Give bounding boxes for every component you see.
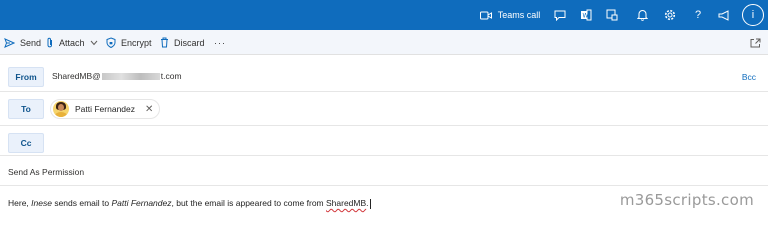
body-text-2: sends email to [51, 198, 112, 208]
watermark: m365scripts.com [619, 191, 754, 209]
cc-row: Cc [0, 127, 768, 156]
paperclip-icon [46, 37, 54, 49]
avatar [53, 101, 69, 117]
text-cursor [369, 198, 371, 209]
encrypt-label: Encrypt [121, 37, 152, 48]
redacted-region [101, 72, 160, 80]
bcc-link[interactable]: Bcc [742, 72, 756, 82]
svg-text:W: W [583, 13, 589, 20]
chevron-down-icon [90, 40, 98, 46]
from-address[interactable]: SharedMB@ t.com [52, 71, 182, 81]
recipient-chip[interactable]: Patti Fernandez ✕ [50, 99, 161, 119]
gear-icon[interactable] [660, 0, 680, 30]
body-name-patti: Patti Fernandez [111, 198, 172, 208]
subject-input[interactable]: Send As Permission [8, 167, 84, 177]
discard-label: Discard [174, 37, 205, 48]
from-button[interactable]: From [8, 67, 44, 87]
discard-button[interactable]: Discard [160, 30, 205, 55]
top-bar: Teams call W ? i [0, 0, 768, 30]
trash-icon [160, 37, 169, 48]
chat-icon[interactable] [550, 0, 570, 30]
teams-call-label: Teams call [497, 10, 541, 20]
body-text-1: Here, [8, 198, 32, 208]
compose-toolbar: Send Attach Encrypt Discard ··· [0, 30, 768, 55]
from-address-prefix: SharedMB@ [52, 71, 101, 81]
to-button[interactable]: To [8, 99, 44, 119]
recipient-name: Patti Fernandez [75, 104, 136, 114]
megaphone-icon[interactable] [714, 0, 734, 30]
sticky-note-icon[interactable] [602, 0, 622, 30]
attach-label: Attach [59, 37, 85, 48]
attach-button[interactable]: Attach [46, 30, 98, 55]
send-label: Send [20, 37, 42, 48]
account-avatar[interactable]: i [742, 4, 764, 26]
video-camera-icon [479, 11, 492, 20]
body-text-3: , but the email is appeared to come from [171, 198, 326, 208]
message-body[interactable]: Here, Inese sends email to Patti Fernand… [8, 198, 371, 209]
shield-icon [106, 37, 116, 48]
help-icon[interactable]: ? [688, 0, 708, 30]
to-row: To Patti Fernandez ✕ [0, 93, 768, 126]
subject-row: Send As Permission [0, 157, 768, 186]
pop-out-icon[interactable] [750, 30, 761, 55]
send-button[interactable]: Send [4, 30, 41, 55]
bell-icon[interactable] [632, 0, 652, 30]
cc-button[interactable]: Cc [8, 133, 44, 153]
more-options-button[interactable]: ··· [214, 30, 226, 55]
from-row: From SharedMB@ t.com Bcc [0, 60, 768, 92]
from-address-suffix: t.com [160, 71, 182, 81]
body-name-inese: Inese [31, 198, 52, 208]
encrypt-button[interactable]: Encrypt [106, 30, 152, 55]
office-icon[interactable]: W [576, 0, 596, 30]
body-text-4: . [366, 198, 369, 208]
teams-call-button[interactable]: Teams call [470, 0, 550, 30]
close-icon[interactable]: ✕ [145, 104, 153, 115]
send-icon [4, 37, 15, 48]
body-shared-mb: SharedMB [326, 198, 367, 208]
